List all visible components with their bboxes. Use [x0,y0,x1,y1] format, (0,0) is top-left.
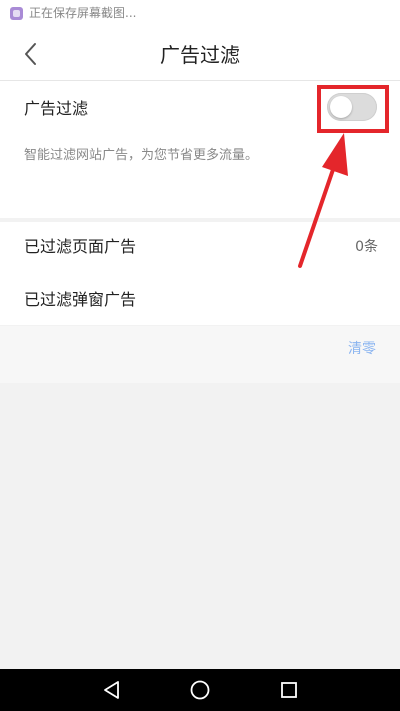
circle-home-icon[interactable] [188,678,212,702]
ad-filter-description: 智能过滤网站广告，为您节省更多流量。 [24,148,259,163]
triangle-back-icon[interactable] [100,678,124,702]
ad-filter-label: 广告过滤 [24,99,89,118]
popup-ads-label: 已过滤弹窗广告 [24,290,137,309]
screenshot-icon [10,7,23,20]
clear-section: 清零 [0,326,400,383]
status-text: 正在保存屏幕截图... [29,6,137,20]
highlight-box [317,85,389,133]
status-bar: 正在保存屏幕截图... [0,0,400,28]
filter-stats-section: 已过滤页面广告 0条 已过滤弹窗广告 [0,222,400,325]
page-title: 广告过滤 [160,43,240,67]
page-ads-label: 已过滤页面广告 [24,237,137,256]
page-ads-count: 0条 [355,239,378,255]
system-nav-bar [0,669,400,711]
header-bar: 广告过滤 [0,28,400,81]
square-recents-icon[interactable] [277,678,301,702]
clear-button[interactable]: 清零 [348,339,376,359]
